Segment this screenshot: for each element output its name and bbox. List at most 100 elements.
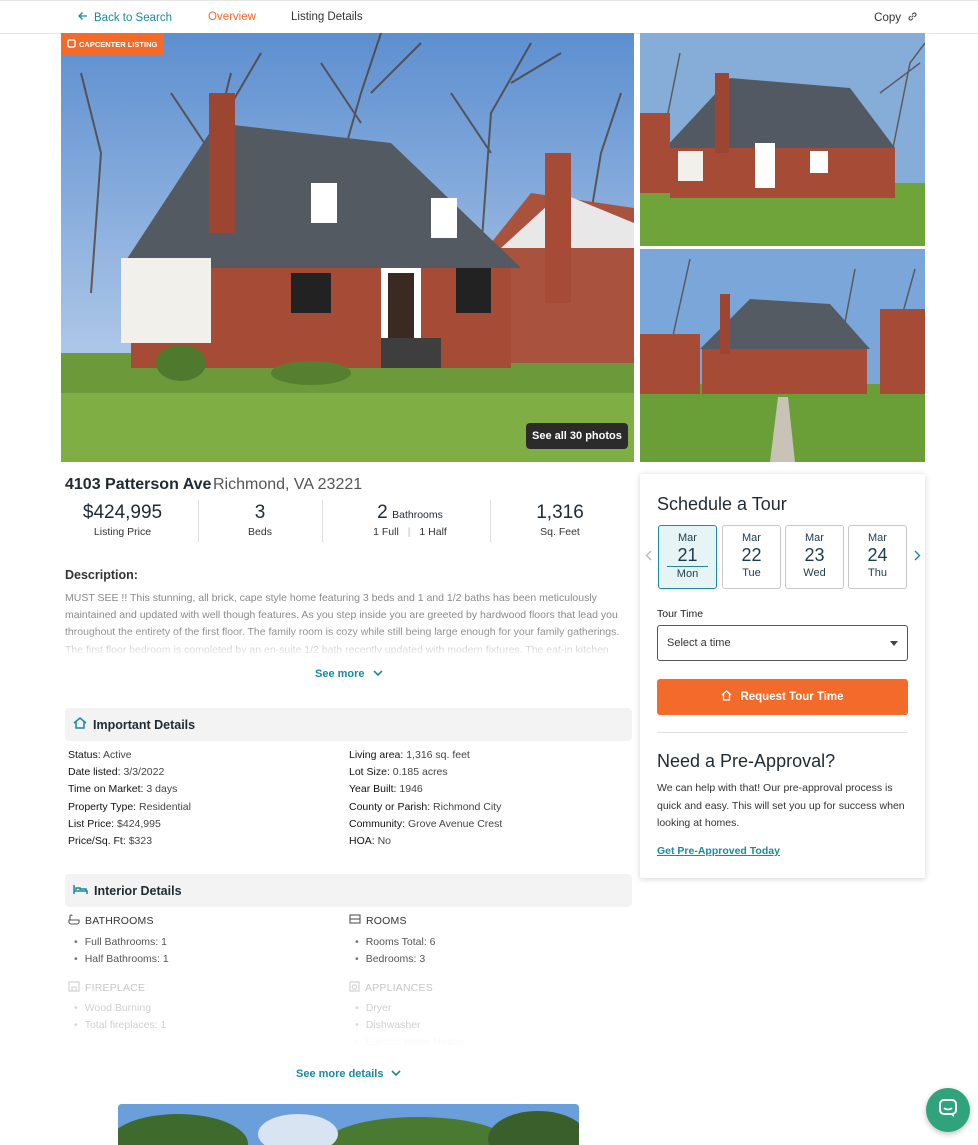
tab-overview[interactable]: Overview: [208, 11, 256, 23]
chevron-left-icon[interactable]: [645, 550, 652, 564]
day-number: 23: [804, 545, 825, 565]
list-item: Dishwasher: [355, 1017, 465, 1034]
capcenter-listing-badge: CAPCENTER LISTING: [61, 33, 165, 55]
request-tour-label: Request Tour Time: [740, 691, 844, 703]
chat-icon: [937, 1097, 959, 1124]
detail-value: $323: [128, 835, 153, 848]
day-month: Mar: [868, 532, 887, 544]
detail-label: Status:: [68, 749, 101, 761]
detail-value: $424,995: [117, 817, 161, 830]
listing-photo-thumbnail[interactable]: [640, 249, 925, 462]
detail-label: Price/Sq. Ft:: [68, 835, 126, 848]
chat-button[interactable]: [926, 1088, 970, 1132]
detail-label: County or Parish:: [349, 800, 431, 813]
detail-row: Time on Market: 3 days: [68, 781, 191, 798]
see-more-details-label: See more details: [296, 1068, 384, 1080]
caret-down-icon: [890, 641, 898, 646]
detail-row: Property Type: Residential: [68, 799, 191, 816]
detail-label: Living area:: [349, 749, 404, 761]
bathrooms-title: BATHROOMS: [85, 915, 154, 927]
baths-stat: 2 Bathrooms 1 Full | 1 Half: [373, 502, 447, 538]
beds-count: 3: [254, 502, 266, 523]
day-month: Mar: [805, 532, 824, 544]
house-icon: [73, 717, 87, 732]
link-icon: [907, 11, 918, 25]
tour-day-option[interactable]: Mar 23 Wed: [785, 525, 844, 589]
see-all-photos-button[interactable]: See all 30 photos: [526, 423, 628, 449]
listing-photo-thumbnail[interactable]: [640, 33, 925, 246]
detail-value: 3 days: [146, 783, 178, 796]
calendar-house-icon: [721, 690, 732, 704]
important-details-right: Living area: 1,316 sq. feet Lot Size: 0.…: [349, 747, 502, 850]
badge-label: CAPCENTER LISTING: [79, 39, 158, 49]
appliances-category: APPLIANCES: [349, 981, 433, 995]
copy-label: Copy: [874, 12, 901, 24]
listing-stats: $424,995 Listing Price 3 Beds 2 Bathroom…: [65, 500, 633, 544]
sqft-label: Sq. Feet: [540, 526, 580, 538]
detail-label: Date listed:: [68, 766, 121, 779]
listing-price-label: Listing Price: [93, 526, 152, 538]
detail-label: Time on Market:: [68, 783, 144, 796]
sqft-value: 1,316: [536, 502, 584, 523]
detail-value: 3/3/2022: [123, 766, 165, 779]
listing-city: Richmond, VA 23221: [213, 476, 363, 493]
detail-value: 1,316 sq. feet: [406, 749, 470, 761]
chevron-down-icon: [372, 668, 383, 680]
back-to-search-label: Back to Search: [94, 11, 172, 24]
list-item: Total fireplaces: 1: [74, 1017, 167, 1034]
appliances-title: APPLIANCES: [365, 982, 433, 994]
see-more-label: See more: [315, 668, 365, 680]
fireplace-list: Wood Burning Total fireplaces: 1: [74, 1000, 167, 1034]
capcenter-logo-icon: [67, 38, 76, 50]
detail-value: Residential: [139, 800, 191, 813]
copy-link-button[interactable]: Copy: [874, 11, 918, 25]
tour-day-option[interactable]: Mar 22 Tue: [722, 525, 781, 589]
detail-row: List Price: $424,995: [68, 816, 191, 833]
list-item: Wood Burning: [74, 1000, 166, 1017]
detail-label: Property Type:: [68, 800, 137, 813]
preapproval-title: Need a Pre-Approval?: [657, 751, 836, 771]
schedule-tour-title: Schedule a Tour: [657, 494, 787, 514]
list-item: Half Bathrooms: 1: [74, 951, 169, 968]
important-details-title: Important Details: [93, 717, 196, 732]
chevron-right-icon[interactable]: [914, 550, 921, 564]
day-weekday: Thu: [868, 567, 887, 579]
list-item: Dryer: [355, 1000, 465, 1017]
main-listing-photo[interactable]: [61, 33, 634, 462]
arrow-left-icon: [78, 11, 88, 24]
important-details-left: Status: Active Date listed: 3/3/2022 Tim…: [68, 747, 191, 850]
chevron-down-icon: [391, 1068, 402, 1080]
beds-label: Beds: [248, 526, 272, 538]
detail-label: Lot Size:: [349, 766, 390, 779]
back-to-search-link[interactable]: Back to Search: [78, 11, 172, 24]
day-weekday: Mon: [676, 568, 699, 580]
tour-day-option[interactable]: Mar 21 Mon: [658, 525, 717, 589]
detail-row: County or Parish: Richmond City: [349, 799, 502, 816]
request-tour-button[interactable]: Request Tour Time: [657, 679, 908, 715]
detail-row: Living area: 1,316 sq. feet: [349, 747, 502, 764]
price-stat: $424,995 Listing Price: [65, 500, 180, 538]
day-number: 24: [867, 545, 888, 565]
tour-time-select[interactable]: Select a time: [657, 625, 908, 661]
tab-listing-details[interactable]: Listing Details: [291, 11, 363, 23]
fireplace-category: FIREPLACE: [68, 981, 145, 995]
sofa-icon: [349, 914, 361, 927]
get-preapproved-link[interactable]: Get Pre-Approved Today: [657, 845, 780, 857]
full-baths: 1 Full: [373, 526, 399, 538]
day-month: Mar: [678, 532, 697, 544]
description-fade: [65, 630, 635, 658]
tour-time-label: Tour Time: [657, 608, 704, 620]
detail-value: No: [377, 835, 392, 848]
preapproval-text: We can help with that! Our pre-approval …: [657, 782, 905, 829]
listing-price: $424,995: [82, 502, 163, 523]
bathtub-icon: [68, 914, 80, 928]
detail-row: Date listed: 3/3/2022: [68, 764, 191, 781]
description-title: Description:: [65, 568, 138, 582]
day-number: 21: [667, 545, 708, 567]
see-more-details-button[interactable]: See more details: [296, 1068, 402, 1080]
see-more-description-button[interactable]: See more: [315, 668, 383, 680]
schedule-tour-card: Schedule a Tour Mar 21 Mon Mar 22 Tue Ma…: [640, 474, 925, 878]
tour-day-option[interactable]: Mar 24 Thu: [848, 525, 907, 589]
detail-row: Lot Size: 0.185 acres: [349, 764, 502, 781]
fireplace-icon: [68, 981, 80, 995]
